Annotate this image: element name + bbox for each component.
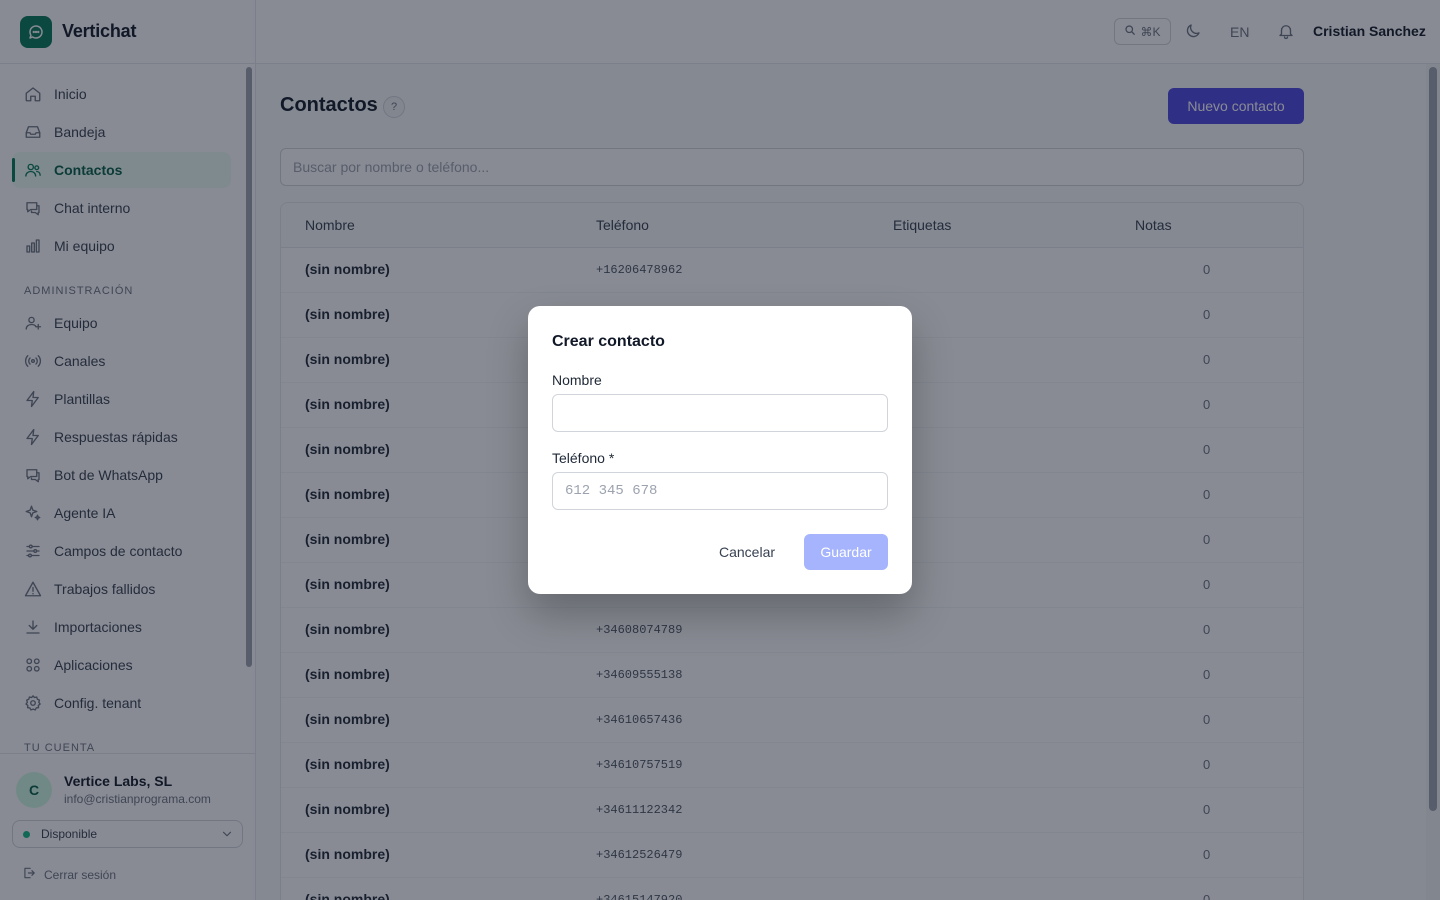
name-input[interactable] [552,394,888,432]
name-label: Nombre [552,372,602,388]
save-button[interactable]: Guardar [804,534,888,570]
dialog-title: Crear contacto [552,333,665,350]
phone-input[interactable] [552,472,888,510]
create-contact-dialog: Crear contacto Nombre Teléfono * Cancela… [528,306,912,594]
phone-label: Teléfono * [552,450,615,466]
cancel-button[interactable]: Cancelar [704,534,790,570]
